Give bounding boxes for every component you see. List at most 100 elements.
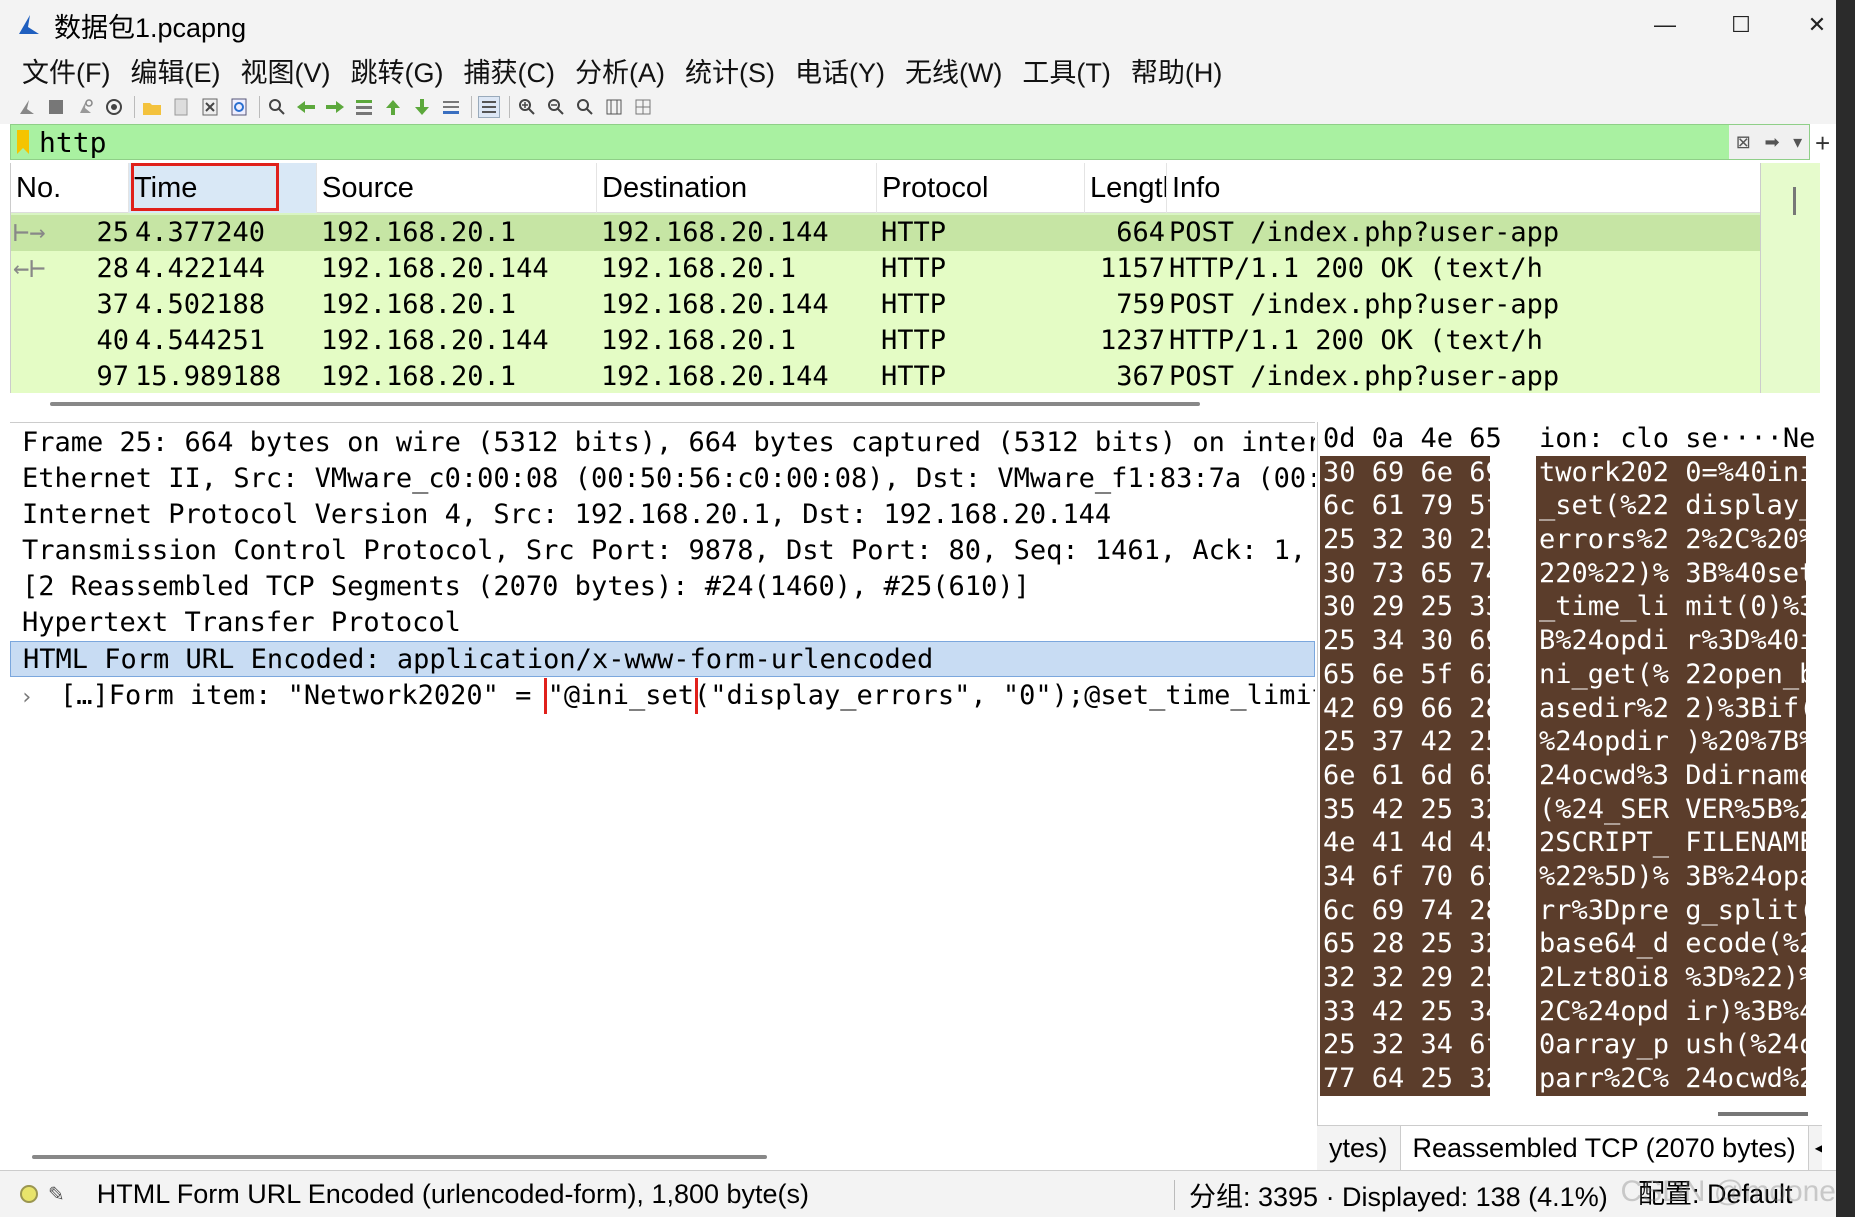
display-filter-input[interactable]: http [39, 126, 106, 159]
bytes-hscroll[interactable] [1718, 1112, 1808, 1116]
packet-row[interactable]: 40 4.544251 192.168.20.144 192.168.20.1 … [11, 323, 1820, 359]
shark-fin-icon[interactable] [16, 96, 38, 118]
packet-list-hscroll[interactable] [50, 402, 1200, 406]
hex-row[interactable]: 32 32 29 25 [1320, 961, 1502, 995]
restart-icon[interactable] [74, 96, 96, 118]
ascii-row[interactable]: %22%5D)% 3B%24opa [1536, 859, 1815, 894]
menu-view[interactable]: 视图(V) [230, 51, 340, 90]
ascii-row[interactable]: 220%22)% 3B%40set [1536, 556, 1815, 591]
save-icon[interactable] [170, 96, 192, 118]
zoom-reset-icon[interactable] [574, 96, 596, 118]
hex-row[interactable]: 25 34 30 69 [1320, 624, 1502, 658]
menu-tools[interactable]: 工具(T) [1012, 51, 1120, 90]
ascii-row[interactable]: %24opdir )%20%7B% [1536, 725, 1815, 759]
ascii-row[interactable]: asedir%2 2)%3Bif( [1536, 691, 1815, 726]
menu-analyze[interactable]: 分析(A) [565, 51, 675, 90]
detail-form-item[interactable]: › […]Form item: "Network2020" = "@ini_set… [10, 678, 1315, 714]
hex-row[interactable]: 65 6e 5f 62 [1320, 657, 1502, 692]
stop-icon[interactable] [45, 96, 67, 118]
colorize-icon[interactable] [478, 96, 500, 118]
autoscroll-icon[interactable] [440, 96, 462, 118]
find-icon[interactable] [266, 96, 288, 118]
goto-packet-icon[interactable] [353, 96, 375, 118]
hex-row[interactable]: 25 32 34 6f [1320, 1028, 1502, 1063]
last-packet-icon[interactable] [411, 96, 433, 118]
menu-statistics[interactable]: 统计(S) [675, 51, 785, 90]
detail-form-urlencoded[interactable]: HTML Form URL Encoded: application/x-www… [10, 641, 1315, 677]
scrollbar-thumb[interactable] [1793, 187, 1796, 215]
column-destination[interactable]: Destination [597, 163, 877, 213]
expand-chevron-icon[interactable]: › [20, 680, 60, 714]
ascii-row[interactable]: B%24opdi r%3D%40i [1536, 624, 1815, 658]
layout-icon[interactable] [632, 96, 654, 118]
detail-reassembled[interactable]: [2 Reassembled TCP Segments (2070 bytes)… [10, 569, 1315, 605]
zoom-out-icon[interactable] [545, 96, 567, 118]
packet-row[interactable]: 97 15.989188 192.168.20.1 192.168.20.144… [11, 359, 1820, 393]
ascii-row[interactable]: 2Lzt8Oi8 %3D%22)% [1536, 961, 1815, 995]
ascii-row[interactable]: _set(%22 display_ [1536, 489, 1815, 524]
tab-reassembled-tcp[interactable]: Reassembled TCP (2070 bytes) [1399, 1126, 1809, 1170]
hex-row[interactable]: 25 32 30 25 [1320, 523, 1502, 557]
menu-file[interactable]: 文件(F) [12, 51, 120, 90]
ascii-row[interactable]: base64_d ecode(%2 [1536, 927, 1815, 961]
ascii-row[interactable]: rr%3Dpre g_split( [1536, 893, 1815, 928]
detail-frame[interactable]: Frame 25: 664 bytes on wire (5312 bits),… [10, 425, 1315, 461]
menu-edit[interactable]: 编辑(E) [120, 51, 230, 90]
menu-capture[interactable]: 捕获(C) [453, 51, 564, 90]
hex-row[interactable]: 25 37 42 25 [1320, 725, 1502, 759]
ascii-row[interactable]: 2C%24opd ir)%3B%4 [1536, 994, 1815, 1029]
hex-row[interactable]: 6e 61 6d 65 [1320, 758, 1502, 793]
forward-arrow-icon[interactable] [324, 96, 346, 118]
ascii-row[interactable]: _time_li mit(0)%3 [1536, 590, 1815, 625]
ascii-row[interactable]: 0array_p ush(%24o [1536, 1028, 1815, 1063]
ascii-row[interactable]: 2SCRIPT_ FILENAME [1536, 826, 1815, 860]
resize-columns-icon[interactable] [603, 96, 625, 118]
hex-row[interactable]: 30 73 65 74 [1320, 556, 1502, 591]
reload-icon[interactable] [228, 96, 250, 118]
clear-filter-icon[interactable]: ⊠ [1736, 132, 1751, 153]
menu-help[interactable]: 帮助(H) [1121, 51, 1232, 90]
hex-row[interactable]: 4e 41 4d 45 [1320, 826, 1502, 860]
menu-wireless[interactable]: 无线(W) [895, 51, 1012, 90]
hex-row[interactable]: 77 64 25 32 [1320, 1062, 1502, 1096]
apply-filter-icon[interactable]: ➡ [1764, 132, 1779, 153]
zoom-in-icon[interactable] [516, 96, 538, 118]
ascii-row[interactable]: ion: clo se····Ne [1536, 422, 1815, 456]
menu-telephony[interactable]: 电话(Y) [785, 51, 895, 90]
detail-http[interactable]: Hypertext Transfer Protocol [10, 605, 1315, 641]
ascii-row[interactable]: 24ocwd%3 Ddirname [1536, 758, 1815, 793]
capture-comment-icon[interactable]: ✎ [48, 1182, 65, 1207]
display-filter-bar[interactable]: http ⊠ ➡ ▾ [10, 124, 1810, 160]
column-source[interactable]: Source [317, 163, 597, 213]
hex-row[interactable]: 30 69 6e 69 [1320, 455, 1502, 490]
hex-row[interactable]: 6c 69 74 28 [1320, 893, 1502, 928]
hex-row[interactable]: 30 29 25 33 [1320, 590, 1502, 625]
column-no[interactable]: No. [11, 163, 129, 213]
ascii-row[interactable]: errors%2 2%2C%20% [1536, 523, 1815, 557]
expert-info-icon[interactable] [20, 1185, 38, 1203]
detail-ip[interactable]: Internet Protocol Version 4, Src: 192.16… [10, 497, 1315, 533]
packet-row[interactable]: ⊢→ 25 4.377240 192.168.20.1 192.168.20.1… [11, 215, 1820, 251]
hex-row[interactable]: 33 42 25 34 [1320, 994, 1502, 1029]
back-arrow-icon[interactable] [295, 96, 317, 118]
add-filter-button[interactable]: + [1815, 128, 1830, 159]
ascii-row[interactable]: (%24_SER VER%5B%2 [1536, 792, 1815, 827]
ascii-row[interactable]: ni_get(% 22open_b [1536, 657, 1815, 692]
column-length[interactable]: Length [1085, 163, 1167, 213]
minimize-button[interactable]: — [1627, 0, 1703, 50]
open-folder-icon[interactable] [141, 96, 163, 118]
maximize-button[interactable]: ☐ [1703, 0, 1779, 50]
tab-scroll-left-icon[interactable]: ◂ [1809, 1138, 1822, 1158]
packet-row[interactable]: ←⊢ 28 4.422144 192.168.20.144 192.168.20… [11, 251, 1820, 287]
hex-row[interactable]: 6c 61 79 5f [1320, 489, 1502, 524]
packet-list-scrollbar[interactable] [1760, 163, 1820, 393]
column-protocol[interactable]: Protocol [877, 163, 1085, 213]
menu-go[interactable]: 跳转(G) [340, 51, 453, 90]
hex-row[interactable]: 42 69 66 28 [1320, 691, 1502, 726]
close-file-icon[interactable] [199, 96, 221, 118]
hex-row[interactable]: 0d 0a 4e 65 [1320, 422, 1502, 456]
details-hscroll[interactable] [32, 1155, 767, 1159]
filter-dropdown-icon[interactable]: ▾ [1793, 132, 1802, 153]
tab-frame-bytes[interactable]: ytes) [1317, 1133, 1400, 1164]
packet-row[interactable]: 37 4.502188 192.168.20.1 192.168.20.144 … [11, 287, 1820, 323]
